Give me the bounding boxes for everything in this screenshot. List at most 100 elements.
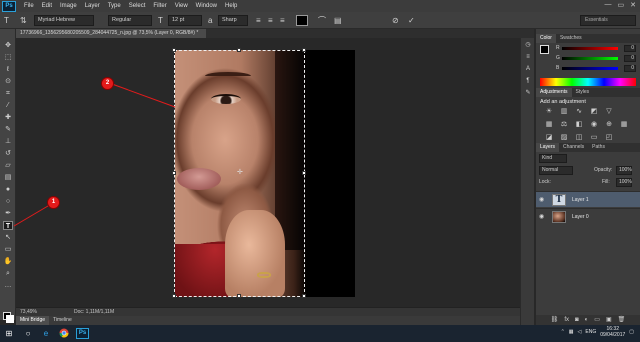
history-brush-tool-icon[interactable]: ↺ — [3, 149, 13, 158]
marquee-tool-icon[interactable]: ⬚ — [3, 53, 13, 62]
properties-panel-icon[interactable]: ≡ — [524, 54, 532, 61]
menu-type[interactable]: Type — [108, 3, 121, 9]
handle-top-right[interactable] — [302, 48, 306, 52]
layer-filter-select[interactable]: Kind — [539, 154, 567, 163]
levels-icon[interactable]: ▥ — [559, 107, 569, 116]
panel-foreground-color[interactable] — [540, 45, 549, 54]
color-lookup-icon[interactable]: ▦ — [619, 120, 629, 129]
align-left-icon[interactable]: ≡ — [256, 15, 261, 26]
handle-bottom-right[interactable] — [302, 294, 306, 298]
opacity-input[interactable]: 100% — [616, 166, 632, 175]
quick-select-tool-icon[interactable]: ⊙ — [3, 77, 13, 86]
layer-row[interactable]: ◉ Layer 0 — [536, 208, 640, 224]
fill-input[interactable]: 100% — [616, 178, 632, 187]
zoom-tool-icon[interactable]: ⌕ — [3, 269, 13, 278]
visibility-eye-icon[interactable]: ◉ — [539, 213, 547, 221]
volume-icon[interactable]: ◁ — [578, 329, 582, 335]
blue-slider[interactable] — [562, 67, 618, 70]
color-balance-icon[interactable]: ⚖ — [559, 120, 569, 129]
blur-tool-icon[interactable]: ● — [3, 185, 13, 194]
menu-image[interactable]: Image — [60, 3, 77, 9]
background-color-swatch[interactable] — [6, 315, 14, 323]
handle-bottom-middle[interactable] — [237, 294, 241, 298]
exposure-icon[interactable]: ◩ — [589, 107, 599, 116]
delete-layer-icon[interactable]: 🗑 — [618, 315, 626, 325]
layer-name[interactable]: Layer 0 — [572, 209, 589, 225]
language-indicator[interactable]: ENG — [585, 329, 596, 335]
minimize-icon[interactable]: — — [605, 1, 612, 9]
path-selection-tool-icon[interactable]: ↖ — [3, 233, 13, 242]
layer-style-icon[interactable]: fx — [564, 315, 569, 325]
brush-tool-icon[interactable]: ✎ — [3, 125, 13, 134]
align-center-icon[interactable]: ≡ — [268, 15, 273, 26]
close-icon[interactable]: ✕ — [630, 1, 636, 9]
chrome-icon[interactable] — [58, 328, 70, 339]
antialias-select[interactable]: Sharp — [218, 15, 248, 26]
font-style-select[interactable]: Regular — [108, 15, 152, 26]
photo-filter-icon[interactable]: ◉ — [589, 120, 599, 129]
brightness-contrast-icon[interactable]: ☀ — [544, 107, 554, 116]
menu-view[interactable]: View — [175, 3, 188, 9]
tab-color[interactable]: Color — [536, 34, 556, 43]
paragraph-panel-icon[interactable]: ¶ — [524, 78, 532, 85]
align-right-icon[interactable]: ≡ — [280, 15, 285, 26]
document-tab[interactable]: 17736966_1356295680205509_284044725_n.jp… — [16, 29, 206, 38]
curves-icon[interactable]: ∿ — [574, 107, 584, 116]
toggle-orientation-icon[interactable]: ⇅ — [20, 15, 27, 26]
font-family-select[interactable]: Myriad Hebrew — [34, 15, 94, 26]
green-value[interactable]: 0 — [624, 55, 636, 62]
zoom-level[interactable]: 73,49% — [20, 308, 37, 316]
blend-mode-select[interactable]: Normal — [539, 166, 573, 175]
blue-value[interactable]: 0 — [624, 65, 636, 72]
gradient-map-icon[interactable]: ▭ — [589, 133, 599, 142]
character-panel-icon[interactable]: ▤ — [334, 15, 342, 26]
text-color-swatch[interactable] — [296, 15, 308, 26]
handle-top-middle[interactable] — [237, 48, 241, 52]
lasso-tool-icon[interactable]: ℓ — [3, 65, 13, 74]
tab-mini-bridge[interactable]: Mini Bridge — [16, 316, 50, 325]
brush-panel-icon[interactable]: ✎ — [524, 90, 532, 97]
channel-mixer-icon[interactable]: ⊕ — [604, 120, 614, 129]
tab-swatches[interactable]: Swatches — [556, 34, 586, 43]
threshold-icon[interactable]: ◫ — [574, 133, 584, 142]
selective-color-icon[interactable]: ◰ — [604, 133, 614, 142]
windows-start-icon[interactable]: ⊞ — [3, 328, 15, 339]
canvas-area[interactable]: ✛ — [16, 38, 534, 307]
hand-tool-icon[interactable]: ✋ — [3, 257, 13, 266]
menu-window[interactable]: Window — [196, 3, 217, 9]
extras-tool-icon[interactable]: … — [3, 281, 13, 290]
photoshop-taskbar-icon[interactable]: Ps — [76, 328, 89, 339]
invert-icon[interactable]: ◪ — [544, 133, 554, 142]
tab-channels[interactable]: Channels — [559, 143, 588, 152]
font-size-select[interactable]: 12 pt — [168, 15, 202, 26]
vibrance-icon[interactable]: ▽ — [604, 107, 614, 116]
gradient-tool-icon[interactable]: ▤ — [3, 173, 13, 182]
posterize-icon[interactable]: ▨ — [559, 133, 569, 142]
eyedropper-tool-icon[interactable]: ⁄ — [3, 101, 13, 110]
handle-top-left[interactable] — [172, 48, 176, 52]
cancel-edit-icon[interactable]: ⊘ — [392, 15, 399, 26]
red-value[interactable]: 0 — [624, 45, 636, 52]
history-panel-icon[interactable]: ◷ — [524, 42, 532, 49]
tab-paths[interactable]: Paths — [588, 143, 609, 152]
new-group-icon[interactable]: ▭ — [594, 315, 600, 325]
menu-help[interactable]: Help — [225, 3, 237, 9]
red-slider[interactable] — [562, 47, 618, 50]
visibility-eye-icon[interactable]: ◉ — [539, 196, 547, 204]
color-spectrum-bar[interactable] — [540, 78, 636, 86]
type-tool-preset-icon[interactable]: T — [4, 15, 9, 26]
layer-row[interactable]: ◉ T Layer 1 — [536, 191, 640, 207]
menu-filter[interactable]: Filter — [153, 3, 166, 9]
tab-styles[interactable]: Styles — [572, 88, 594, 97]
healing-brush-tool-icon[interactable]: ✚ — [3, 113, 13, 122]
dodge-tool-icon[interactable]: ○ — [3, 197, 13, 206]
workspace-select[interactable]: Essentials — [580, 15, 636, 26]
handle-middle-left[interactable] — [172, 171, 176, 175]
notifications-icon[interactable]: ▢ — [629, 329, 634, 335]
add-mask-icon[interactable]: ◙ — [575, 315, 579, 325]
move-tool-icon[interactable]: ✥ — [3, 41, 13, 50]
handle-middle-right[interactable] — [302, 171, 306, 175]
new-adjustment-icon[interactable]: ◐ — [585, 315, 589, 325]
search-icon[interactable]: ○ — [22, 328, 34, 339]
clock[interactable]: 16:32 09/04/2017 — [600, 326, 625, 338]
